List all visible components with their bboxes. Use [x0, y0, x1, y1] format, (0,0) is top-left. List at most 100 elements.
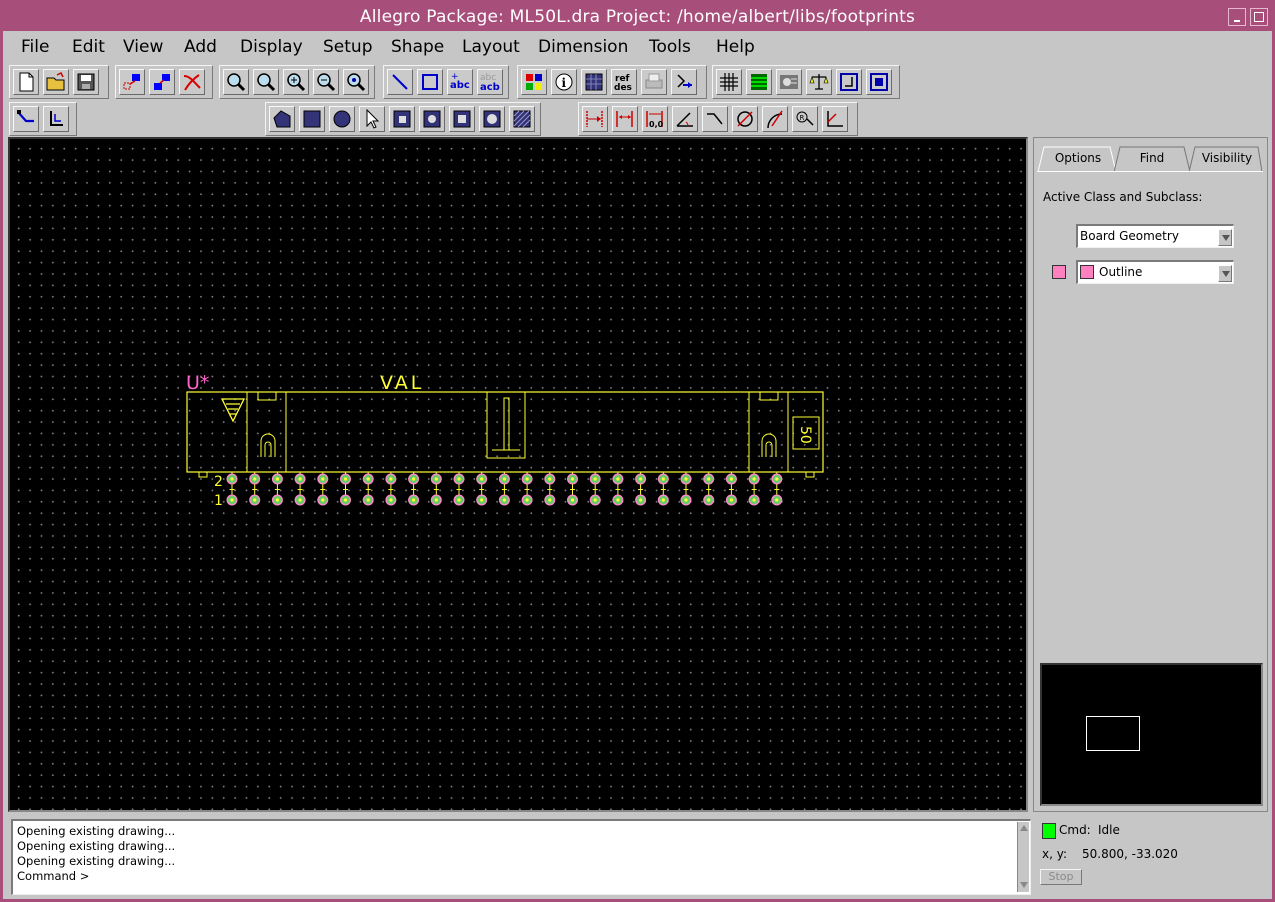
shade-button[interactable] [581, 69, 607, 95]
color-button[interactable] [521, 69, 547, 95]
open-file-button[interactable] [43, 69, 69, 95]
delete-button[interactable] [179, 69, 205, 95]
copy-button[interactable] [149, 69, 175, 95]
slide-button[interactable] [43, 106, 69, 132]
add-text-button[interactable]: abc + [447, 69, 473, 95]
dim-leader-button[interactable] [702, 106, 728, 132]
shape-poly-button[interactable] [269, 106, 295, 132]
shape-edit-button[interactable] [449, 106, 475, 132]
stop-button[interactable]: Stop [1040, 869, 1082, 885]
dim-zero-button[interactable]: 0,0 [642, 106, 668, 132]
world-view-viewport[interactable] [1086, 716, 1140, 751]
shapes-button[interactable] [776, 69, 802, 95]
pad-drill [230, 477, 234, 481]
subclass-dropdown-arrow-icon[interactable] [1218, 265, 1232, 282]
dim-chamfer-button[interactable] [822, 106, 848, 132]
add-rect-button[interactable] [417, 69, 443, 95]
menu-file[interactable]: File [21, 37, 49, 57]
tab-find[interactable]: Find [1120, 146, 1184, 172]
pad-drill [502, 477, 506, 481]
menu-layout[interactable]: Layout [462, 37, 520, 57]
command-console[interactable]: Opening existing drawing... Opening exis… [11, 819, 1031, 895]
zoom-fit-button[interactable] [253, 69, 279, 95]
menu-help[interactable]: Help [716, 37, 755, 57]
move-button[interactable] [119, 69, 145, 95]
edit-text-button[interactable]: abc acb [477, 69, 503, 95]
subclass-dropdown[interactable]: Outline [1076, 260, 1234, 284]
dim-linear-icon [586, 111, 603, 127]
chip-button[interactable] [866, 69, 892, 95]
design-canvas[interactable]: U* VAL 50 2 1 [8, 137, 1028, 812]
tab-options[interactable]: Options [1044, 146, 1112, 172]
shape-merge-button[interactable] [419, 106, 445, 132]
shape-fill-button[interactable] [479, 106, 505, 132]
menu-tools[interactable]: Tools [649, 37, 691, 57]
value-label[interactable]: VAL [380, 372, 424, 394]
toolbar-shape [265, 102, 541, 136]
route-button[interactable] [13, 106, 39, 132]
world-view-window[interactable] [1040, 663, 1263, 806]
pad-drill [639, 498, 643, 502]
zoom-points-button[interactable] [223, 69, 249, 95]
zoom-out-button[interactable] [313, 69, 339, 95]
scroll-up-icon[interactable] [1019, 823, 1029, 833]
zoom-world-button[interactable] [343, 69, 369, 95]
pad-drill [729, 498, 734, 502]
class-dropdown-arrow-icon[interactable] [1218, 229, 1232, 246]
pad-drill [366, 498, 370, 502]
menu-display[interactable]: Display [240, 37, 303, 57]
zoom-in-button[interactable] [283, 69, 309, 95]
pad-drill [548, 498, 552, 502]
menu-view[interactable]: View [123, 37, 163, 57]
shape-hatch-button[interactable] [509, 106, 535, 132]
menu-add[interactable]: Add [184, 37, 217, 57]
shade-icon [585, 73, 603, 91]
console-prompt[interactable]: Command > [17, 869, 89, 883]
shape-circle-button[interactable] [329, 106, 355, 132]
subclass-color-swatch[interactable] [1052, 265, 1066, 279]
component-outline[interactable] [186, 391, 824, 473]
new-file-button[interactable] [13, 69, 39, 95]
scale-button[interactable] [806, 69, 832, 95]
class-dropdown[interactable]: Board Geometry [1076, 224, 1234, 248]
pad-drill [389, 477, 393, 481]
snap-button[interactable] [836, 69, 862, 95]
save-button[interactable] [73, 69, 99, 95]
add-line-button[interactable] [387, 69, 413, 95]
dim-datum-button[interactable] [612, 106, 638, 132]
minimize-button[interactable] [1228, 8, 1246, 26]
svg-text:0,0: 0,0 [649, 120, 664, 129]
shape-rect-icon [303, 110, 321, 128]
console-line: Opening existing drawing... [17, 824, 176, 838]
menu-setup[interactable]: Setup [323, 37, 372, 57]
menu-shape[interactable]: Shape [391, 37, 444, 57]
dim-linear-button[interactable] [582, 106, 608, 132]
pad-drill [593, 477, 597, 481]
save-icon [77, 73, 95, 91]
shape-rect-button[interactable] [299, 106, 325, 132]
shape-poly-icon [273, 110, 291, 128]
dim-balloon-button[interactable]: R [792, 106, 818, 132]
maximize-button[interactable] [1250, 8, 1268, 26]
dim-radius-button[interactable] [762, 106, 788, 132]
print-button[interactable] [641, 69, 667, 95]
select-button[interactable] [359, 106, 385, 132]
tab-visibility[interactable]: Visibility [1195, 146, 1259, 172]
grid-button[interactable] [716, 69, 742, 95]
refdes-button[interactable]: ref des [611, 69, 637, 95]
shape-void-button[interactable] [389, 106, 415, 132]
title-bar[interactable]: Allegro Package: ML50L.dra Project: /hom… [3, 3, 1272, 31]
menu-dimension[interactable]: Dimension [538, 37, 628, 57]
pin-button[interactable] [671, 69, 697, 95]
dim-angle-icon [676, 112, 693, 127]
info-button[interactable]: i [551, 69, 577, 95]
layers-button[interactable] [746, 69, 772, 95]
pad-drill [752, 477, 756, 481]
refdes-label[interactable]: U* [186, 372, 209, 394]
svg-text:acb: acb [480, 82, 500, 93]
menu-edit[interactable]: Edit [72, 37, 105, 57]
scroll-down-icon[interactable] [1019, 880, 1029, 890]
dim-angle-button[interactable] [672, 106, 698, 132]
console-scrollbar[interactable] [1017, 822, 1029, 892]
dim-diameter-button[interactable] [732, 106, 758, 132]
